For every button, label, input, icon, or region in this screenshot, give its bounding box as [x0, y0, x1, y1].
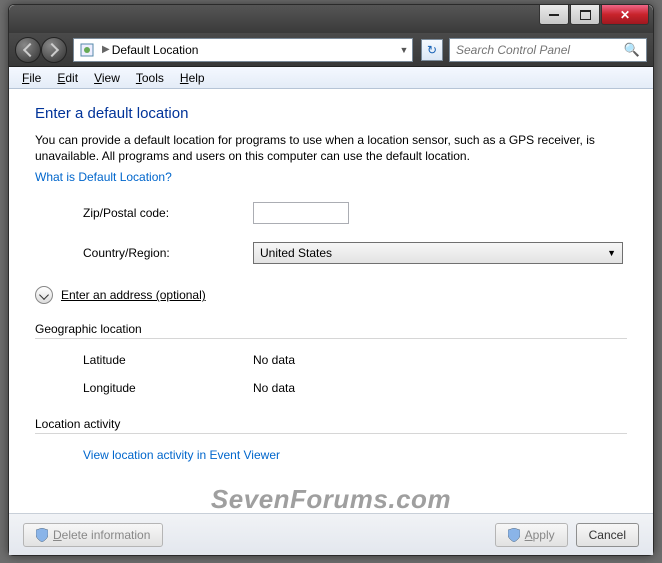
window-frame: ▶ Default Location ▼ ↻ 🔍 File Edit View … — [8, 4, 654, 556]
refresh-button[interactable]: ↻ — [421, 39, 443, 61]
page-heading: Enter a default location — [35, 105, 627, 122]
titlebar — [9, 5, 653, 33]
country-label: Country/Region: — [83, 246, 253, 260]
page-description: You can provide a default location for p… — [35, 132, 627, 164]
nav-buttons — [15, 37, 67, 63]
activity-link[interactable]: View location activity in Event Viewer — [83, 448, 280, 462]
delete-button[interactable]: Delete information — [23, 523, 163, 547]
menu-bar: File Edit View Tools Help — [9, 67, 653, 89]
latitude-label: Latitude — [83, 353, 253, 367]
country-select[interactable]: United States ▼ — [253, 242, 623, 264]
maximize-button[interactable] — [570, 5, 600, 25]
address-expander[interactable]: Enter an address (optional) — [35, 286, 627, 304]
latitude-row: Latitude No data — [35, 353, 627, 367]
search-icon[interactable]: 🔍 — [624, 42, 640, 58]
menu-view[interactable]: View — [87, 69, 127, 87]
menu-edit[interactable]: Edit — [50, 69, 85, 87]
nav-row: ▶ Default Location ▼ ↻ 🔍 — [9, 33, 653, 67]
address-bar[interactable]: ▶ Default Location ▼ — [73, 38, 413, 62]
zip-label: Zip/Postal code: — [83, 206, 253, 220]
divider-2 — [35, 433, 627, 434]
country-row: Country/Region: United States ▼ — [35, 242, 627, 264]
breadcrumb-separator: ▶ — [100, 44, 112, 55]
apply-button[interactable]: Apply — [495, 523, 568, 547]
bottom-bar: Delete information Apply Cancel — [9, 513, 653, 555]
search-input[interactable] — [456, 43, 624, 57]
zip-row: Zip/Postal code: — [35, 202, 627, 224]
content-area: Enter a default location You can provide… — [9, 89, 653, 513]
longitude-value: No data — [253, 381, 295, 395]
zip-input[interactable] — [253, 202, 349, 224]
close-button[interactable] — [601, 5, 649, 25]
help-link[interactable]: What is Default Location? — [35, 170, 627, 184]
geo-section-title: Geographic location — [35, 322, 627, 336]
latitude-value: No data — [253, 353, 295, 367]
activity-section-title: Location activity — [35, 417, 627, 431]
back-button[interactable] — [15, 37, 41, 63]
divider — [35, 338, 627, 339]
country-value: United States — [260, 246, 332, 260]
shield-icon — [508, 528, 520, 542]
location-icon — [78, 41, 96, 59]
longitude-row: Longitude No data — [35, 381, 627, 395]
forward-button[interactable] — [41, 37, 67, 63]
expander-label: Enter an address (optional) — [61, 288, 206, 302]
longitude-label: Longitude — [83, 381, 253, 395]
menu-tools[interactable]: Tools — [129, 69, 171, 87]
minimize-button[interactable] — [539, 5, 569, 25]
menu-help[interactable]: Help — [173, 69, 212, 87]
address-dropdown-icon[interactable]: ▼ — [396, 45, 412, 55]
search-box[interactable]: 🔍 — [449, 38, 647, 62]
shield-icon — [36, 528, 48, 542]
expand-icon[interactable] — [35, 286, 53, 304]
menu-file[interactable]: File — [15, 69, 48, 87]
cancel-button[interactable]: Cancel — [576, 523, 639, 547]
chevron-down-icon: ▼ — [607, 248, 616, 258]
breadcrumb-location[interactable]: Default Location — [112, 43, 199, 57]
